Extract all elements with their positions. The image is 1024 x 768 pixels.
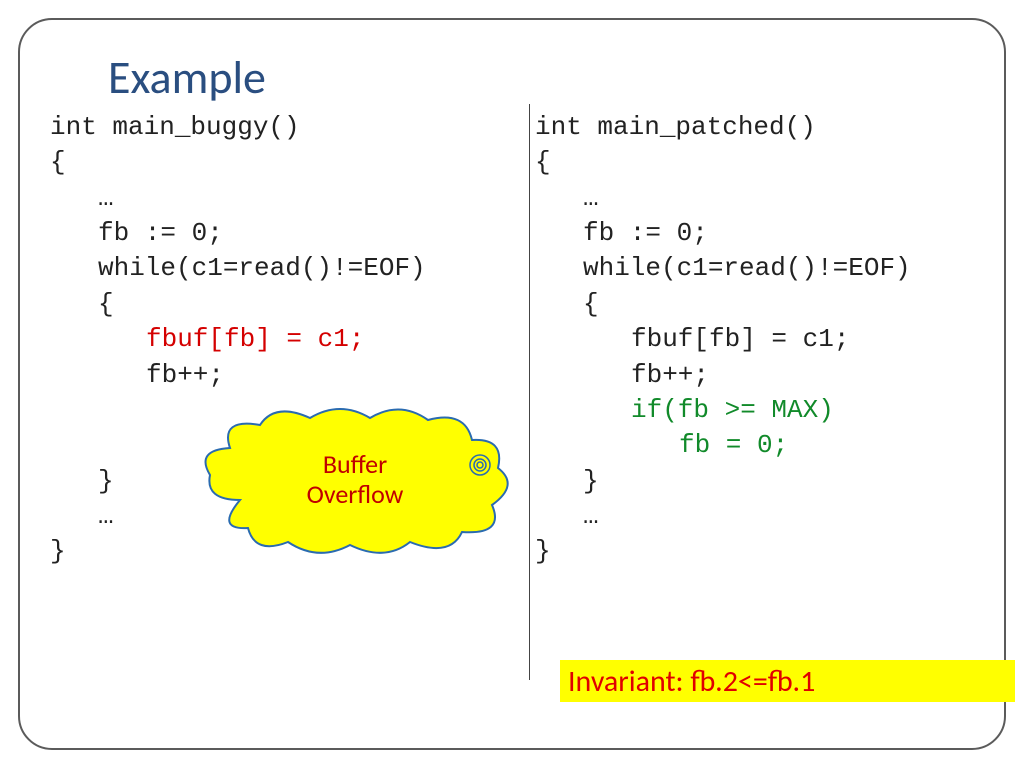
code-line: fbuf[fb] = c1; (535, 322, 849, 357)
code-line: { (50, 147, 66, 177)
code-line: } (50, 464, 114, 499)
invariant-text: Invariant: fb.2<=fb.1 (568, 663, 815, 700)
code-line: int main_buggy() (50, 112, 300, 142)
code-line-patch: if(fb >= MAX) (535, 393, 834, 428)
code-line: … (50, 499, 114, 534)
slide-frame: Example int main_buggy() { … fb := 0; wh… (18, 18, 1006, 750)
code-line: while(c1=read()!=EOF) (50, 251, 426, 286)
code-line: fb++; (535, 358, 709, 393)
code-line: { (535, 287, 599, 322)
code-line: … (535, 181, 599, 216)
code-line: } (50, 536, 66, 566)
code-line: } (535, 464, 599, 499)
code-line-patch: fb = 0; (535, 428, 788, 463)
code-line: while(c1=read()!=EOF) (535, 251, 911, 286)
invariant-highlight: Invariant: fb.2<=fb.1 (560, 660, 1015, 702)
code-line-overflow: fbuf[fb] = c1; (50, 322, 364, 357)
code-line: { (50, 287, 114, 322)
code-line: fb := 0; (50, 216, 223, 251)
code-columns: int main_buggy() { … fb := 0; while(c1=r… (50, 110, 974, 690)
code-line: } (535, 536, 551, 566)
code-line: … (50, 181, 114, 216)
code-line: fb++; (50, 358, 224, 393)
code-line: int main_patched() (535, 112, 816, 142)
slide-title: Example (108, 50, 974, 106)
code-line: … (535, 499, 599, 534)
code-line: { (535, 147, 551, 177)
code-line: fb := 0; (535, 216, 708, 251)
code-buggy: int main_buggy() { … fb := 0; while(c1=r… (50, 110, 535, 570)
code-patched: int main_patched() { … fb := 0; while(c1… (535, 110, 1020, 570)
